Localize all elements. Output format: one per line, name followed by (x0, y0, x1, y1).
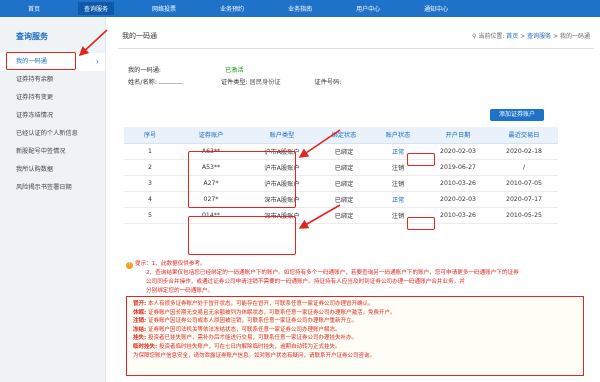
state-term: 注销: (133, 318, 147, 325)
cell-bind-status: 已绑定 (318, 207, 370, 225)
cell-last-trade: 2010-05-25 (490, 207, 558, 225)
nav-guide[interactable]: 业务指南 (288, 4, 312, 13)
breadcrumb-prefix: 当前位置: (478, 33, 505, 40)
cell-open-date: 2020-02-03 (426, 143, 490, 160)
state-desc: 证券账户因司法机关等依法冻结状态，可联系任意一家证券公司办理账户解冻。 (147, 326, 341, 333)
state-term: 休眠: (133, 309, 147, 316)
cell-index: 5 (124, 207, 176, 225)
nav-query-service[interactable]: 查询服务 (78, 2, 115, 15)
state-desc: 为保障您账户信息安全，请勿泄露证券账户信息。如对账户状态有疑问，请联系开户证券公… (133, 352, 376, 359)
state-desc: 投资者临时挂失账户，可在七日内解除临时挂失，逾期自动转为正式挂失。 (158, 343, 341, 350)
nav-user-center[interactable]: 用户中心 (356, 4, 380, 13)
highlight-box-sz-accounts (188, 216, 296, 255)
add-securities-account-button[interactable]: 添加证券账户 (490, 109, 544, 121)
col-last-trade: 最近交易日 (490, 127, 558, 144)
tip-line: 2、查询结果仅包括您已经绑定的一码通账户下的账户。如您持有多个一码通账户，若要查… (146, 270, 519, 276)
cell-bind-status: 已绑定 (318, 191, 370, 209)
state-term: 临时挂失: (133, 343, 158, 350)
cell-open-date: 2010-03-26 (426, 175, 490, 193)
col-index: 序号 (124, 127, 176, 144)
sidebar-item-changes[interactable]: 证券持有变更 (0, 89, 105, 107)
tips-section: ! 提示：1、此数据仅供参考。 2、查询结果仅包括您已经绑定的一码通账户下的账户。… (126, 260, 576, 296)
col-type: 账户类型 (246, 127, 318, 144)
cell-index: 4 (124, 191, 176, 209)
state-term: 冻结: (133, 326, 147, 333)
cell-account-status[interactable]: 正常 (370, 191, 426, 209)
sidebar-item-frozen[interactable]: 证券冻结情况 (0, 107, 105, 125)
breadcrumb-current: 我的一码通 (559, 33, 590, 40)
cell-open-date: 2020-02-03 (426, 191, 490, 209)
table-header-row: 序号 证券账户 账户类型 绑定状态 账户状态 开户日期 最近交易日 (124, 127, 558, 144)
highlight-box-status-normal-2 (407, 217, 435, 230)
state-desc: 投资者已挂失账户，需补办后才能进行交易，可联系任意一家证券公司办理挂失补办。 (147, 335, 357, 342)
col-open-date: 开户日期 (426, 127, 490, 144)
nav-notice-center[interactable]: 通知中心 (424, 4, 448, 13)
cell-last-trade: / (490, 159, 558, 176)
page-title: 我的一码通 (122, 31, 157, 40)
chevron-right-icon: › (95, 57, 99, 66)
warning-icon: ! (126, 262, 133, 269)
location-pin-icon: ⚲ (471, 33, 477, 40)
cell-index: 3 (124, 175, 176, 193)
cell-index: 1 (124, 143, 176, 160)
col-account-status: 账户状态 (370, 127, 426, 144)
nav-appointment[interactable]: 业务预约 (220, 4, 244, 13)
cell-bind-status: 已绑定 (318, 175, 370, 193)
account-label: 我的一码通: (128, 67, 162, 74)
nav-voting[interactable]: 网络投票 (152, 4, 176, 13)
state-term: 冒开: (133, 301, 147, 307)
sidebar-item-holdings[interactable]: 证券持有余额 (0, 71, 105, 89)
state-desc: 证券账户因证券公司或本人原因被注销，可联系任意一家证券公司办理账户重新开立。 (147, 318, 357, 325)
cell-bind-status: 已绑定 (318, 159, 370, 176)
name-value (158, 78, 183, 84)
col-account: 证券账户 (176, 127, 246, 144)
tip-line: 公司同步合并操作，或通过证券公司申请注销不需要的一码通账户。持证持有人应当及时到… (146, 279, 465, 285)
nav-home[interactable]: 首页 (28, 4, 40, 13)
id-type-label: 证件类型: (220, 79, 248, 86)
cell-last-trade: 2010-07-05 (490, 175, 558, 193)
top-navigation: 首页 查询服务 网络投票 业务预约 业务指南 用户中心 通知中心 (0, 0, 600, 17)
highlight-box-status-normal-1 (407, 153, 435, 166)
cell-bind-status: 已绑定 (318, 143, 370, 160)
id-number-label: 证件号码: (314, 79, 342, 86)
sidebar-item-ipo-allotment[interactable]: 新股配号中签情况 (0, 143, 105, 161)
cell-last-trade: 2020-02-18 (490, 143, 558, 160)
sidebar-item-risk-disclosure[interactable]: 风险揭示书签署日期 (0, 179, 105, 197)
page-header: 我的一码通 ⚲ 当前位置: 首页 > 查询服务 > 我的一码通 (118, 17, 594, 49)
col-bind-status: 绑定状态 (318, 127, 370, 144)
account-status: 已激活 (224, 67, 244, 74)
sidebar: 查询服务 我的一码通 › 证券持有余额 证券持有变更 证券冻结情况 已经认证的个… (0, 17, 106, 382)
account-state-explanations: 冒开: 本人有很多证券账户处于冒开状态，可能存在冒开，可联系任意一家证券公司办理… (126, 296, 584, 376)
state-desc: 证券账户因长期无交易且无余额被列为休眠状态，可联系任意一家证券公司办理账户激活，… (147, 309, 396, 316)
account-info: 我的一码通: 已激活 姓名/名称: 证件类型: 居民身份证 证件号码: (128, 65, 341, 89)
cell-last-trade: 2020-07-17 (490, 191, 558, 209)
state-desc: 本人有很多证券账户处于冒开状态，可能存在冒开，可联系任意一家证券公司办理冒开确认… (147, 301, 374, 307)
cell-open-date: 2010-03-26 (426, 207, 490, 225)
sidebar-title: 查询服务 (16, 32, 48, 41)
state-term: 挂失: (133, 335, 147, 342)
sidebar-item-subscriptions[interactable]: 我所认购数据 (0, 161, 105, 179)
tip-line: 提示：1、此数据仅供参考。 (135, 261, 206, 267)
breadcrumb-query[interactable]: 查询服务 (527, 33, 551, 40)
cell-open-date: 2019-06-27 (426, 159, 490, 176)
highlight-box-sidebar (6, 52, 76, 70)
name-label: 姓名/名称: (128, 79, 157, 86)
highlight-box-sh-accounts (188, 151, 296, 208)
cell-index: 2 (124, 159, 176, 176)
breadcrumb: ⚲ 当前位置: 首页 > 查询服务 > 我的一码通 (471, 33, 590, 40)
tip-line: 分别绑定您的一码通账户。 (146, 288, 214, 294)
breadcrumb-home[interactable]: 首页 (506, 33, 518, 40)
cell-account-status: 注销 (370, 175, 426, 193)
id-type-value: 居民身份证 (249, 79, 281, 86)
sidebar-item-personal-info[interactable]: 已经认证的个人新信息 (0, 125, 105, 143)
